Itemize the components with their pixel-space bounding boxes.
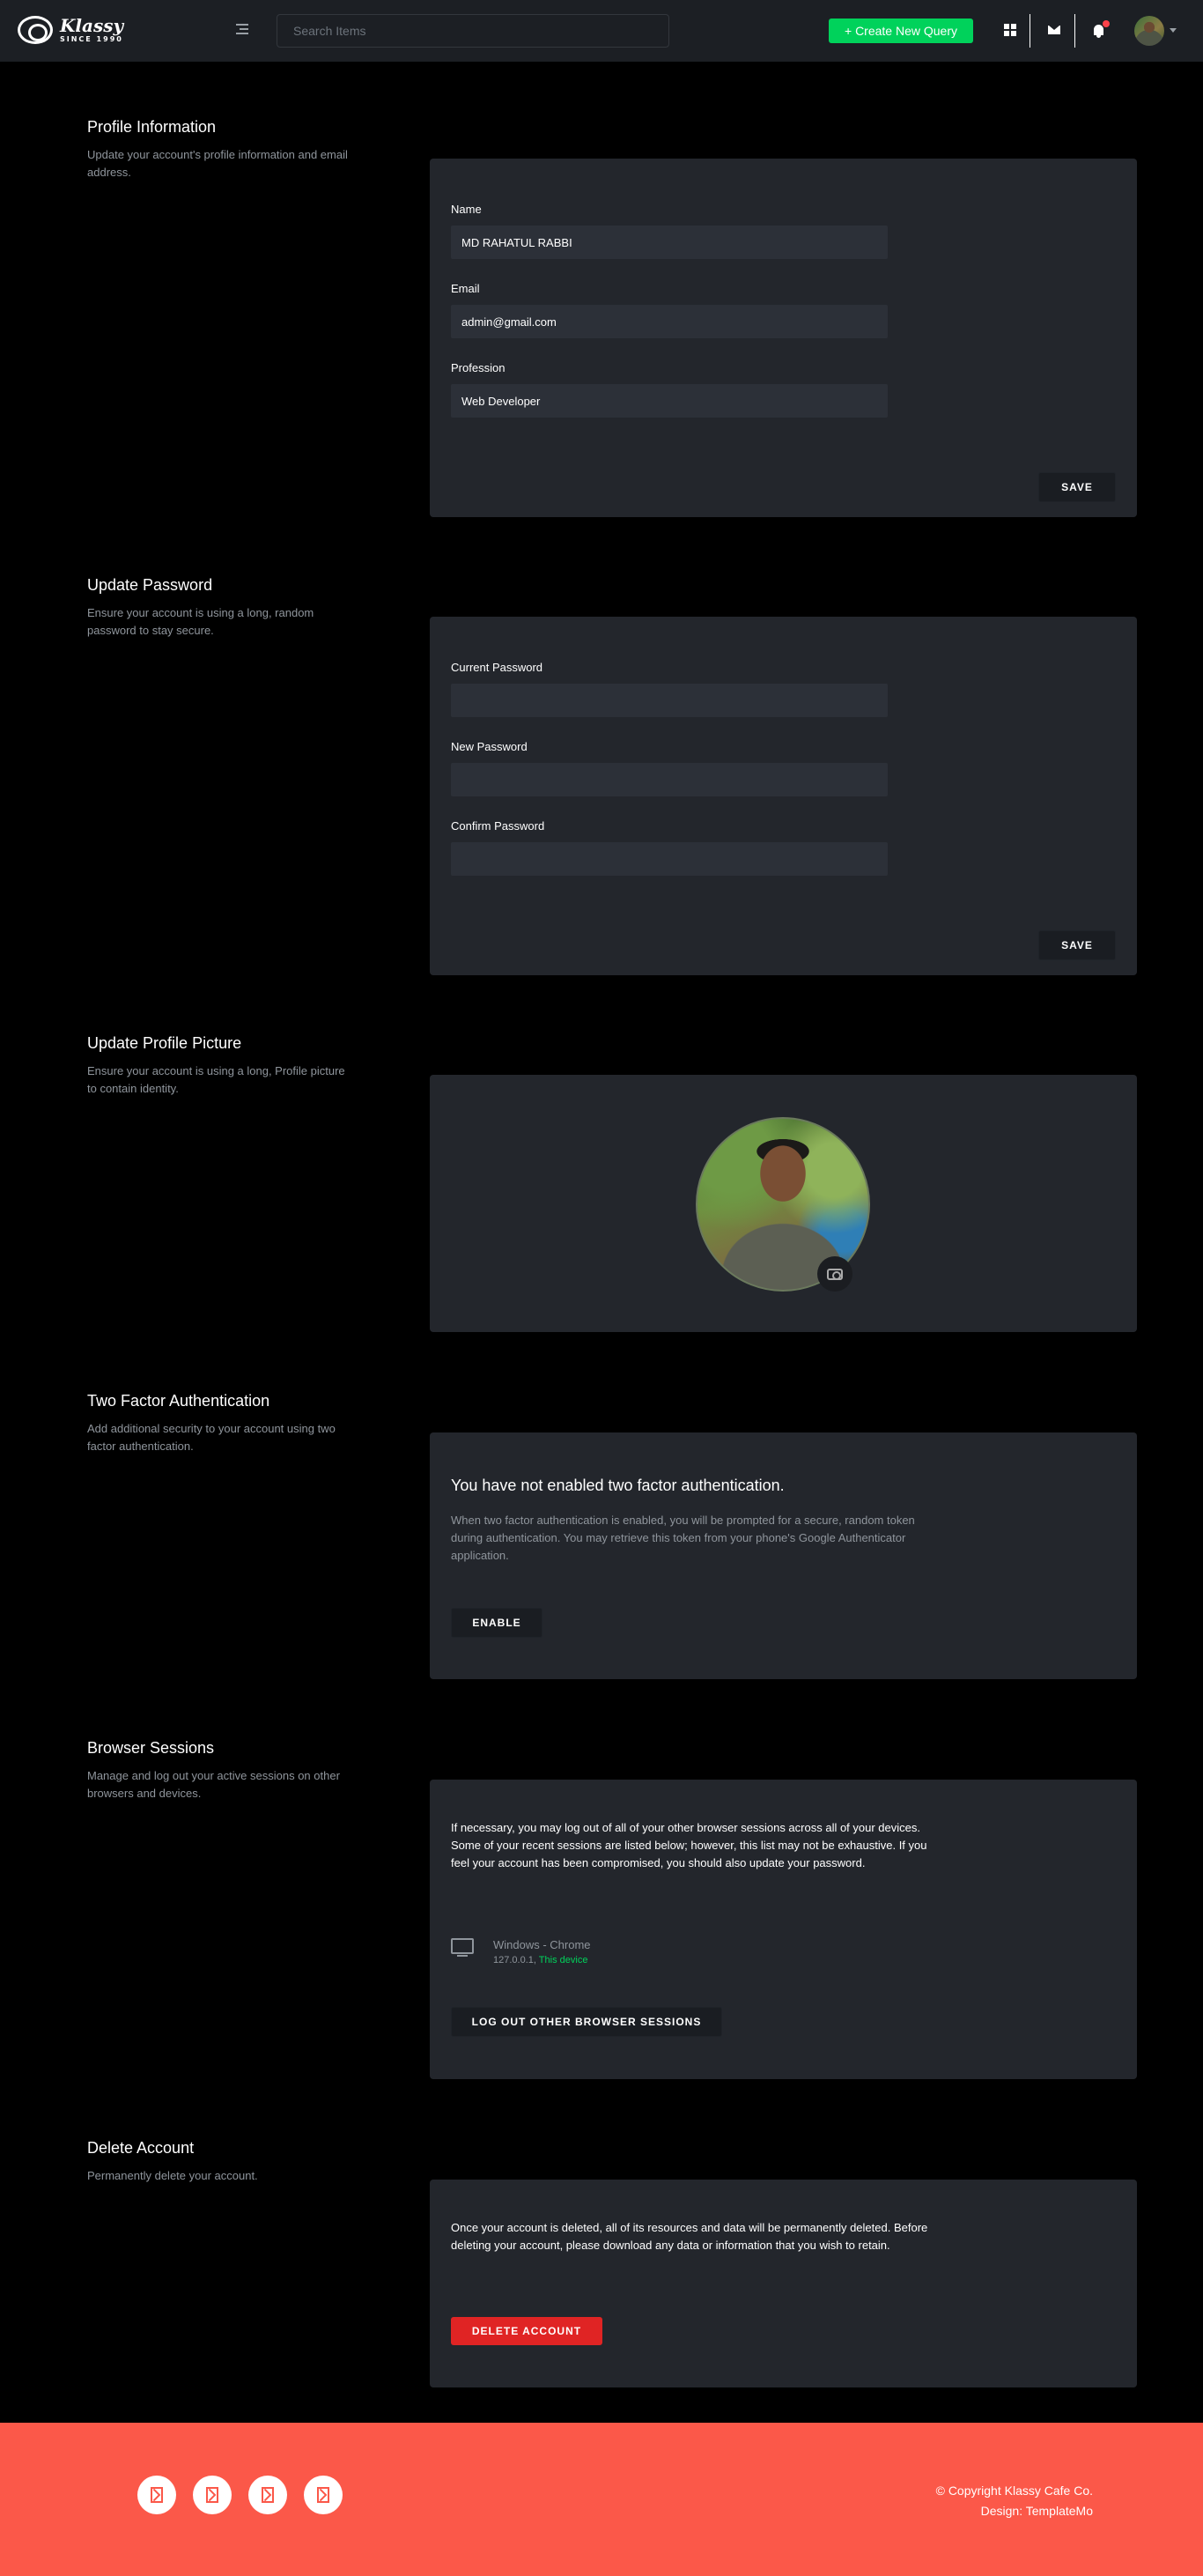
save-profile-button[interactable]: SAVE bbox=[1038, 472, 1116, 502]
section-description: Add additional security to your account … bbox=[87, 1422, 336, 1453]
section-description: Ensure your account is using a long, Pro… bbox=[87, 1064, 345, 1095]
confirm-password-label: Confirm Password bbox=[451, 819, 545, 833]
brand-logo-link[interactable]: Klassy SINCE 1990 bbox=[18, 16, 123, 44]
device-meta: 127.0.0.1, This device bbox=[493, 1955, 587, 1965]
section-description: Permanently delete your account. bbox=[87, 2169, 258, 2182]
profession-field[interactable] bbox=[451, 384, 888, 418]
new-password-field[interactable] bbox=[451, 763, 888, 796]
logo-icon bbox=[18, 16, 53, 44]
section-description: Ensure your account is using a long, ran… bbox=[87, 606, 314, 637]
this-device-badge: This device bbox=[538, 1955, 588, 1965]
social-icon[interactable] bbox=[304, 2476, 343, 2514]
device-name: Windows - Chrome bbox=[493, 1938, 591, 1951]
two-factor-heading: You have not enabled two factor authenti… bbox=[451, 1477, 785, 1494]
sessions-text: If necessary, you may log out of all of … bbox=[451, 1821, 927, 1869]
brand-since: SINCE 1990 bbox=[60, 35, 123, 43]
search-input[interactable] bbox=[277, 14, 669, 48]
delete-account-card: Once your account is deleted, all of its… bbox=[430, 2180, 1137, 2387]
section-title: Update Password bbox=[87, 576, 213, 594]
design-credit-link[interactable]: Design: TemplateMo bbox=[981, 2504, 1093, 2518]
create-new-query-button[interactable]: + Create New Query bbox=[829, 19, 973, 43]
email-label: Email bbox=[451, 282, 480, 295]
two-factor-text: When two factor authentication is enable… bbox=[451, 1514, 915, 1562]
camera-icon[interactable] bbox=[817, 1256, 852, 1292]
social-icon[interactable] bbox=[248, 2476, 287, 2514]
mail-icon[interactable] bbox=[1045, 21, 1063, 39]
grid-icon[interactable] bbox=[1001, 21, 1019, 39]
email-field[interactable] bbox=[451, 305, 888, 338]
save-password-button[interactable]: SAVE bbox=[1038, 930, 1116, 960]
enable-2fa-button[interactable]: ENABLE bbox=[451, 1608, 542, 1638]
section-title: Two Factor Authentication bbox=[87, 1392, 270, 1410]
profile-card: Name Email Profession SAVE bbox=[430, 159, 1137, 517]
delete-text: Once your account is deleted, all of its… bbox=[451, 2221, 928, 2252]
chevron-down-icon[interactable] bbox=[1170, 28, 1177, 33]
new-password-label: New Password bbox=[451, 740, 528, 753]
social-icon[interactable] bbox=[137, 2476, 176, 2514]
logout-other-sessions-button[interactable]: LOG OUT OTHER BROWSER SESSIONS bbox=[451, 2007, 722, 2037]
nav-divider bbox=[1074, 14, 1075, 48]
name-field[interactable] bbox=[451, 226, 888, 259]
top-navbar: Klassy SINCE 1990 + Create New Query bbox=[0, 0, 1203, 62]
section-title: Browser Sessions bbox=[87, 1739, 215, 1757]
section-title: Delete Account bbox=[87, 2139, 195, 2157]
two-factor-card: You have not enabled two factor authenti… bbox=[430, 1432, 1137, 1679]
section-title: Update Profile Picture bbox=[87, 1034, 242, 1052]
current-password-label: Current Password bbox=[451, 661, 543, 674]
brand-name: Klassy bbox=[60, 15, 124, 36]
social-icon[interactable] bbox=[193, 2476, 232, 2514]
section-description: Manage and log out your active sessions … bbox=[87, 1769, 340, 1800]
profession-label: Profession bbox=[451, 361, 506, 374]
section-description: Update your account's profile informatio… bbox=[87, 148, 348, 179]
name-label: Name bbox=[451, 203, 482, 216]
confirm-password-field[interactable] bbox=[451, 842, 888, 876]
monitor-icon bbox=[451, 1938, 477, 1965]
menu-toggle-icon[interactable] bbox=[236, 21, 254, 39]
device-ip: 127.0.0.1, bbox=[493, 1955, 536, 1965]
notification-dot bbox=[1103, 20, 1110, 27]
password-card: Current Password New Password Confirm Pa… bbox=[430, 617, 1137, 975]
profile-picture-card bbox=[430, 1075, 1137, 1332]
footer: © Copyright Klassy Cafe Co. Design: Temp… bbox=[0, 2423, 1203, 2576]
user-avatar[interactable] bbox=[1134, 16, 1164, 46]
current-password-field[interactable] bbox=[451, 684, 888, 717]
browser-sessions-card: If necessary, you may log out of all of … bbox=[430, 1780, 1137, 2079]
delete-account-button[interactable]: DELETE ACCOUNT bbox=[451, 2317, 602, 2345]
section-title: Profile Information bbox=[87, 118, 217, 136]
copyright-text: © Copyright Klassy Cafe Co. bbox=[935, 2483, 1093, 2498]
